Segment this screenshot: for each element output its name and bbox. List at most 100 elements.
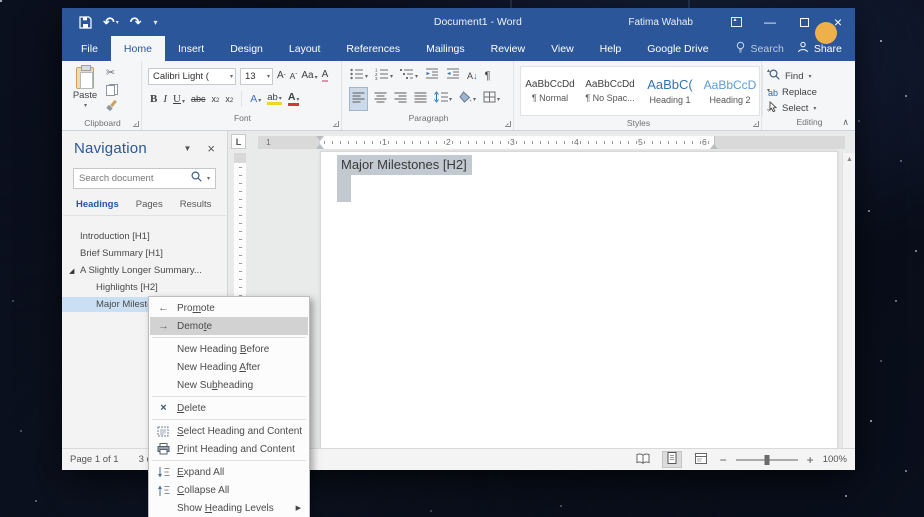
- nav-tab-headings[interactable]: Headings: [76, 199, 119, 210]
- menu-item-delete[interactable]: × Delete: [150, 399, 308, 417]
- minimize-button[interactable]: —: [753, 8, 787, 36]
- menu-item-new-subheading[interactable]: New Subheading: [150, 376, 308, 394]
- show-formatting-button[interactable]: ¶: [485, 70, 491, 82]
- font-name-combo[interactable]: Calibri Light (▾: [148, 67, 236, 85]
- tab-view[interactable]: View: [538, 36, 587, 61]
- nav-heading-item[interactable]: Highlights [H2]: [62, 279, 227, 296]
- tab-insert[interactable]: Insert: [165, 36, 217, 61]
- first-line-indent-marker[interactable]: [316, 136, 324, 141]
- scroll-up-icon[interactable]: ▲: [846, 156, 853, 163]
- ribbon-display-options-button[interactable]: [719, 8, 753, 36]
- save-icon[interactable]: [79, 15, 92, 29]
- numbering-button[interactable]: 1 2 3 ▾: [375, 67, 393, 85]
- tab-references[interactable]: References: [333, 36, 413, 61]
- menu-item-show-heading-levels[interactable]: Show Heading Levels ▶: [150, 499, 308, 517]
- search-icon[interactable]: [190, 170, 203, 188]
- style--normal[interactable]: AaBbCcDd ¶ Normal: [525, 69, 575, 113]
- menu-item-new-heading-before[interactable]: New Heading Before: [150, 340, 308, 358]
- align-left-button[interactable]: [349, 87, 368, 111]
- document-page[interactable]: Major Milestones [H2]: [320, 151, 838, 448]
- nav-heading-item[interactable]: Introduction [H1]: [62, 228, 227, 245]
- web-layout-button[interactable]: [691, 451, 711, 468]
- change-case-button[interactable]: Aa ▾: [301, 71, 317, 82]
- italic-button[interactable]: I: [163, 93, 167, 105]
- style--no-spac-[interactable]: AaBbCcDd ¶ No Spac...: [585, 69, 635, 113]
- redo-button[interactable]: ↷: [130, 15, 142, 29]
- menu-item-promote[interactable]: ← Promote: [150, 299, 308, 317]
- tab-review[interactable]: Review: [478, 36, 538, 61]
- zoom-percentage[interactable]: 100%: [823, 454, 847, 465]
- tab-search[interactable]: Search: [722, 36, 797, 61]
- select-button[interactable]: Select ▾: [768, 100, 851, 115]
- style-heading-1[interactable]: AaBbC(Heading 1: [645, 69, 695, 113]
- subscript-button[interactable]: x2: [212, 94, 220, 104]
- zoom-in-button[interactable]: +: [807, 454, 814, 466]
- menu-item-collapse-all[interactable]: Collapse All: [150, 481, 308, 499]
- nav-tab-pages[interactable]: Pages: [136, 199, 163, 210]
- undo-button[interactable]: ↶ ▾: [103, 15, 119, 29]
- tab-help[interactable]: Help: [587, 36, 635, 61]
- collapse-ribbon-button[interactable]: ∧: [842, 117, 849, 128]
- increase-indent-button[interactable]: [446, 67, 460, 85]
- menu-item-select-heading-and-content[interactable]: Select Heading and Content: [150, 422, 308, 440]
- nav-heading-item[interactable]: Brief Summary [H1]: [62, 245, 227, 262]
- decrease-indent-button[interactable]: [425, 67, 439, 85]
- navigation-options-dropdown[interactable]: ▼: [183, 144, 191, 153]
- style-heading-2[interactable]: AaBbCcD Heading 2: [704, 69, 757, 113]
- align-center-button[interactable]: [374, 90, 387, 108]
- nav-tab-results[interactable]: Results: [180, 199, 212, 210]
- cut-icon[interactable]: ✂: [106, 68, 118, 79]
- vertical-scrollbar[interactable]: ▲: [842, 153, 855, 448]
- menu-item-expand-all[interactable]: Expand All: [150, 463, 308, 481]
- menu-item-new-heading-after[interactable]: New Heading After: [150, 358, 308, 376]
- nav-heading-item[interactable]: ◢ A Slightly Longer Summary...: [62, 262, 227, 279]
- find-button[interactable]: Find ▾: [768, 68, 851, 84]
- customize-qat-button[interactable]: ▾: [153, 18, 157, 27]
- superscript-button[interactable]: x2: [225, 94, 233, 104]
- align-right-button[interactable]: [394, 90, 407, 108]
- tab-home[interactable]: Home: [110, 36, 165, 61]
- format-painter-icon[interactable]: [106, 100, 118, 112]
- zoom-out-button[interactable]: −: [720, 454, 727, 466]
- multilevel-list-button[interactable]: ▾: [400, 67, 418, 85]
- shading-button[interactable]: ▾: [459, 90, 476, 108]
- collapse-triangle-icon[interactable]: ◢: [69, 267, 74, 275]
- print-layout-button[interactable]: [661, 451, 682, 468]
- paragraph-dialog-launcher[interactable]: [505, 121, 511, 127]
- right-indent-marker[interactable]: [710, 144, 718, 149]
- sort-button[interactable]: A ↓: [467, 71, 478, 81]
- styles-dialog-launcher[interactable]: [753, 121, 759, 127]
- horizontal-ruler[interactable]: 1 123456: [258, 136, 845, 149]
- borders-button[interactable]: ▾: [483, 90, 500, 108]
- tab-layout[interactable]: Layout: [276, 36, 334, 61]
- grow-font-button[interactable]: Aˆ: [277, 71, 286, 82]
- tab-file[interactable]: File: [68, 36, 111, 61]
- strikethrough-button[interactable]: abc: [191, 94, 206, 104]
- hanging-indent-marker[interactable]: [316, 144, 324, 149]
- underline-button[interactable]: U ▾: [173, 93, 185, 105]
- text-effects-button[interactable]: A ▾: [250, 94, 261, 105]
- bullets-button[interactable]: ▾: [350, 67, 368, 85]
- justify-button[interactable]: [414, 90, 427, 108]
- page-count-status[interactable]: Page 1 of 1: [70, 454, 119, 465]
- copy-icon[interactable]: [106, 83, 118, 96]
- clear-formatting-button[interactable]: A: [321, 70, 329, 82]
- zoom-slider[interactable]: [735, 454, 798, 465]
- highlight-color-button[interactable]: ab ▾: [267, 93, 282, 106]
- replace-button[interactable]: ab Replace: [768, 87, 851, 98]
- document-heading-selected-text[interactable]: Major Milestones [H2]: [337, 155, 472, 175]
- font-color-button[interactable]: A ▾: [287, 92, 300, 106]
- menu-item-demote[interactable]: → Demote: [150, 317, 308, 335]
- read-mode-button[interactable]: [633, 451, 653, 468]
- font-dialog-launcher[interactable]: [333, 121, 339, 127]
- clipboard-dialog-launcher[interactable]: [133, 121, 139, 127]
- tab-design[interactable]: Design: [217, 36, 276, 61]
- tab-selector[interactable]: L: [231, 134, 246, 149]
- search-document-input[interactable]: Search document ▾: [73, 168, 216, 189]
- account-name[interactable]: Fatima Wahab: [628, 17, 693, 28]
- paste-button[interactable]: Paste ▾: [68, 65, 102, 116]
- line-spacing-button[interactable]: ▾: [434, 90, 452, 108]
- zoom-slider-thumb[interactable]: [764, 454, 770, 465]
- menu-item-print-heading-and-content[interactable]: Print Heading and Content: [150, 440, 308, 458]
- shrink-font-button[interactable]: Aˇ: [290, 72, 298, 81]
